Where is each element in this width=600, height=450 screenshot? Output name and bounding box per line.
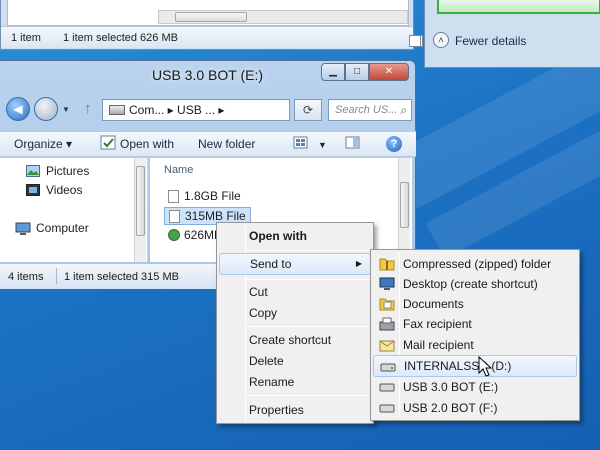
menu-item-label: INTERNALSSD (D:) [404,359,512,373]
change-view-icon[interactable] [292,135,310,151]
forward-arrow-icon[interactable] [34,97,58,121]
menu-item-cut[interactable]: Cut [219,281,371,303]
status-item-count: 1 item [11,32,41,44]
view-dropdown-icon[interactable]: ▼ [318,140,327,150]
preview-pane-icon[interactable] [344,135,362,151]
open-with-icon [100,135,116,150]
send-to-fax-recipient[interactable]: Fax recipient [373,313,577,335]
fax-icon [379,317,395,331]
menu-separator [247,279,369,280]
nav-item-computer[interactable]: Computer [36,221,89,235]
send-to-desktop[interactable]: Desktop (create shortcut) [373,273,577,295]
recent-pages-chevron-icon[interactable]: ▼ [62,105,70,114]
minimize-button[interactable]: ▁ [321,63,345,81]
menu-separator [247,395,369,396]
mouse-pointer-icon [478,356,492,377]
scrollbar-thumb[interactable] [136,166,145,236]
desktop-icon [379,277,395,290]
new-folder-button[interactable]: New folder [198,137,255,151]
open-with-button[interactable]: Open with [120,137,174,151]
zip-folder-icon [379,258,395,271]
menu-item-label: USB 3.0 BOT (E:) [403,380,499,394]
search-icon: ⌕ [400,103,407,117]
menu-item-send-to[interactable]: Send to ▶ [219,253,371,275]
chevron-up-icon[interactable]: ˄ [433,32,449,48]
menu-item-label: Mail recipient [403,338,474,352]
submenu-arrow-icon: ▶ [355,259,362,268]
documents-icon [379,298,395,311]
command-bar: Organize ▾ Open with New folder ▼ ? [0,131,416,157]
file-name: 1.8GB File [184,189,241,203]
menu-item-rename[interactable]: Rename [219,371,371,393]
navigation-pane-scrollbar[interactable] [134,158,146,262]
file-item[interactable]: 1.8GB File [164,188,245,206]
send-to-documents[interactable]: Documents [373,293,577,315]
drive-icon [380,363,396,372]
send-to-submenu: Compressed (zipped) folder Desktop (crea… [370,249,580,421]
fewer-details-link[interactable]: Fewer details [455,34,526,48]
horizontal-scrollbar[interactable] [158,10,408,24]
scrollbar-thumb[interactable] [400,182,409,228]
navigation-bar: ◀ ▼ ↑ Com... ▸ USB ... ▸ ⟳ Search US... … [4,97,412,123]
file-icon [169,210,180,223]
address-path: Com... ▸ USB ... ▸ [129,103,225,117]
status-selected: 1 item selected 626 MB [63,32,178,44]
menu-item-open-with[interactable]: Open with [219,225,371,247]
nav-item-pictures[interactable]: Pictures [46,164,89,178]
drive-icon [379,404,395,413]
scrollbar-thumb[interactable] [175,12,247,22]
menu-item-copy[interactable]: Copy [219,302,371,324]
mail-icon [379,340,395,352]
search-placeholder: Search US... [335,104,398,116]
menu-item-label: Compressed (zipped) folder [403,257,552,271]
file-icon [168,190,179,203]
send-to-usb-3-bot[interactable]: USB 3.0 BOT (E:) [373,376,577,398]
disc-image-icon [168,229,180,241]
status-separator [56,268,57,284]
videos-icon [26,184,40,196]
menu-item-label: Desktop (create shortcut) [403,277,538,291]
send-to-compressed-folder[interactable]: Compressed (zipped) folder [373,253,577,275]
help-icon[interactable]: ? [386,136,402,152]
menu-item-label: Fax recipient [403,317,472,331]
status-bar: 1 item 1 item selected 626 MB [1,26,423,48]
send-to-internalssd[interactable]: INTERNALSSD (D:) [373,355,577,377]
drive-icon [379,383,395,392]
maximize-button[interactable]: □ [345,63,369,81]
status-selected: 1 item selected 315 MB [64,271,179,283]
task-manager-window: ˄ Fewer details [424,0,600,68]
up-arrow-icon[interactable]: ↑ [84,100,92,117]
menu-item-label: USB 2.0 BOT (F:) [403,401,498,415]
context-menu: Open with Send to ▶ Cut Copy Create shor… [216,222,374,424]
progress-bar [437,0,600,14]
menu-item-label: Send to [250,257,292,271]
drive-icon [109,105,125,115]
menu-item-label: Documents [403,297,464,311]
background-explorer-window: 1 item 1 item selected 626 MB [0,0,423,50]
computer-icon [15,222,31,235]
nav-item-videos[interactable]: Videos [46,183,82,197]
file-list-scrollbar[interactable] [398,158,410,262]
column-header-name[interactable]: Name [164,164,193,176]
file-name: 315MB File [185,209,246,223]
organize-button[interactable]: Organize ▾ [14,137,72,151]
close-button[interactable]: ✕ [369,63,409,81]
pictures-icon [26,165,40,177]
send-to-mail-recipient[interactable]: Mail recipient [373,334,577,356]
menu-separator [247,326,369,327]
address-bar[interactable]: Com... ▸ USB ... ▸ [102,99,290,121]
menu-item-properties[interactable]: Properties [219,399,371,421]
window-controls: ▁ □ ✕ [321,63,409,81]
navigation-pane: Pictures Videos Computer [0,158,148,262]
menu-item-create-shortcut[interactable]: Create shortcut [219,329,371,351]
back-arrow-icon[interactable]: ◀ [6,97,30,121]
status-item-count: 4 items [8,271,44,283]
file-list-area [7,0,409,26]
send-to-usb-2-bot[interactable]: USB 2.0 BOT (F:) [373,397,577,419]
refresh-icon[interactable]: ⟳ [294,99,322,121]
menu-item-delete[interactable]: Delete [219,350,371,372]
menu-separator [247,250,369,251]
search-input[interactable]: Search US... ⌕ [328,99,412,121]
large-icons-view-icon[interactable] [409,35,421,47]
